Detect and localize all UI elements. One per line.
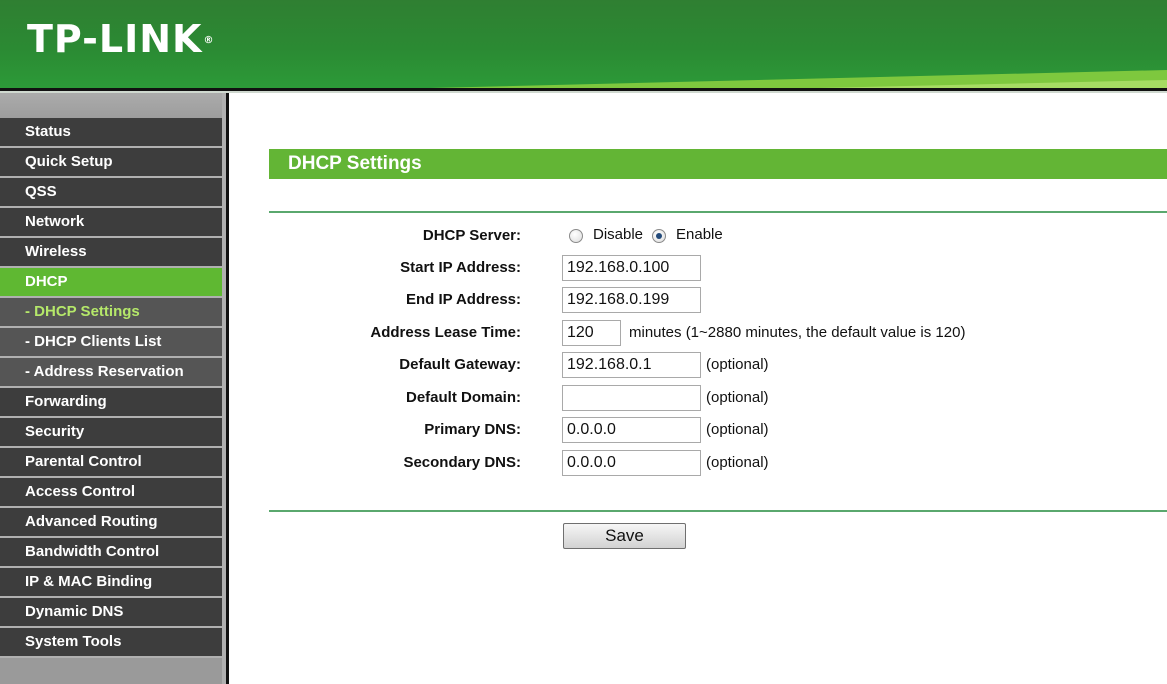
primary-dns-label: Primary DNS: <box>424 421 521 438</box>
gateway-label: Default Gateway: <box>399 356 521 373</box>
lease-time-hint: minutes (1~2880 minutes, the default val… <box>629 324 966 341</box>
sidebar-item-forwarding[interactable]: Forwarding <box>0 388 222 416</box>
primary-dns-input[interactable] <box>562 417 701 443</box>
sidebar-bottom-cap <box>0 658 222 684</box>
sidebar-item-quick-setup[interactable]: Quick Setup <box>0 148 222 176</box>
lease-time-label: Address Lease Time: <box>370 324 521 341</box>
sidebar-menu: Status Quick Setup QSS Network Wireless … <box>0 118 222 658</box>
sidebar-item-security[interactable]: Security <box>0 418 222 446</box>
dhcp-disable-radio[interactable] <box>569 229 583 243</box>
header-banner: TP-LINK® <box>0 0 1167 88</box>
sidebar-item-dynamic-dns[interactable]: Dynamic DNS <box>0 598 222 626</box>
tp-link-logo: TP-LINK® <box>27 17 215 61</box>
sidebar-item-network[interactable]: Network <box>0 208 222 236</box>
end-ip-input[interactable] <box>562 287 701 313</box>
sidebar-item-system-tools[interactable]: System Tools <box>0 628 222 656</box>
end-ip-label: End IP Address: <box>405 291 521 308</box>
secondary-dns-input[interactable] <box>562 450 701 476</box>
dhcp-server-row: DHCP Server: Disable Enable <box>269 223 1167 249</box>
primary-dns-row: Primary DNS: (optional) <box>269 417 1167 443</box>
sidebar-top-cap <box>0 93 222 118</box>
sidebar-item-bandwidth-control[interactable]: Bandwidth Control <box>0 538 222 566</box>
sidebar-item-ip-mac-binding[interactable]: IP & MAC Binding <box>0 568 222 596</box>
domain-row: Default Domain: (optional) <box>269 385 1167 411</box>
sidebar-item-wireless[interactable]: Wireless <box>0 238 222 266</box>
page-title: DHCP Settings <box>269 149 1167 179</box>
gateway-input[interactable] <box>562 352 701 378</box>
sidebar-item-dhcp[interactable]: DHCP <box>0 268 222 296</box>
sidebar-item-address-reservation[interactable]: - Address Reservation <box>0 358 222 386</box>
sidebar-item-dhcp-settings[interactable]: - DHCP Settings <box>0 298 222 326</box>
save-button[interactable]: Save <box>563 523 686 549</box>
domain-optional-hint: (optional) <box>706 389 769 406</box>
sidebar-divider <box>226 93 229 684</box>
end-ip-row: End IP Address: <box>269 287 1167 313</box>
start-ip-label: Start IP Address: <box>400 259 521 276</box>
sidebar-item-status[interactable]: Status <box>0 118 222 146</box>
sidebar-item-parental-control[interactable]: Parental Control <box>0 448 222 476</box>
lease-time-row: Address Lease Time: minutes (1~2880 minu… <box>269 320 1167 346</box>
form-divider-top <box>269 211 1167 213</box>
sidebar-item-access-control[interactable]: Access Control <box>0 478 222 506</box>
dhcp-enable-radio[interactable] <box>652 229 666 243</box>
primary-dns-optional-hint: (optional) <box>706 421 769 438</box>
start-ip-row: Start IP Address: <box>269 255 1167 281</box>
dhcp-disable-label[interactable]: Disable <box>593 223 643 247</box>
start-ip-input[interactable] <box>562 255 701 281</box>
domain-input[interactable] <box>562 385 701 411</box>
form-divider-bottom <box>269 510 1167 512</box>
sidebar-item-advanced-routing[interactable]: Advanced Routing <box>0 508 222 536</box>
dhcp-enable-label[interactable]: Enable <box>676 223 723 247</box>
sidebar-item-dhcp-clients-list[interactable]: - DHCP Clients List <box>0 328 222 356</box>
domain-label: Default Domain: <box>405 389 521 406</box>
sidebar-item-qss[interactable]: QSS <box>0 178 222 206</box>
dhcp-server-label: DHCP Server: <box>422 227 521 244</box>
secondary-dns-label: Secondary DNS: <box>403 454 521 471</box>
gateway-row: Default Gateway: (optional) <box>269 352 1167 378</box>
gateway-optional-hint: (optional) <box>706 356 769 373</box>
secondary-dns-optional-hint: (optional) <box>706 454 769 471</box>
secondary-dns-row: Secondary DNS: (optional) <box>269 450 1167 476</box>
lease-time-input[interactable] <box>562 320 621 346</box>
sidebar: Status Quick Setup QSS Network Wireless … <box>0 93 226 684</box>
